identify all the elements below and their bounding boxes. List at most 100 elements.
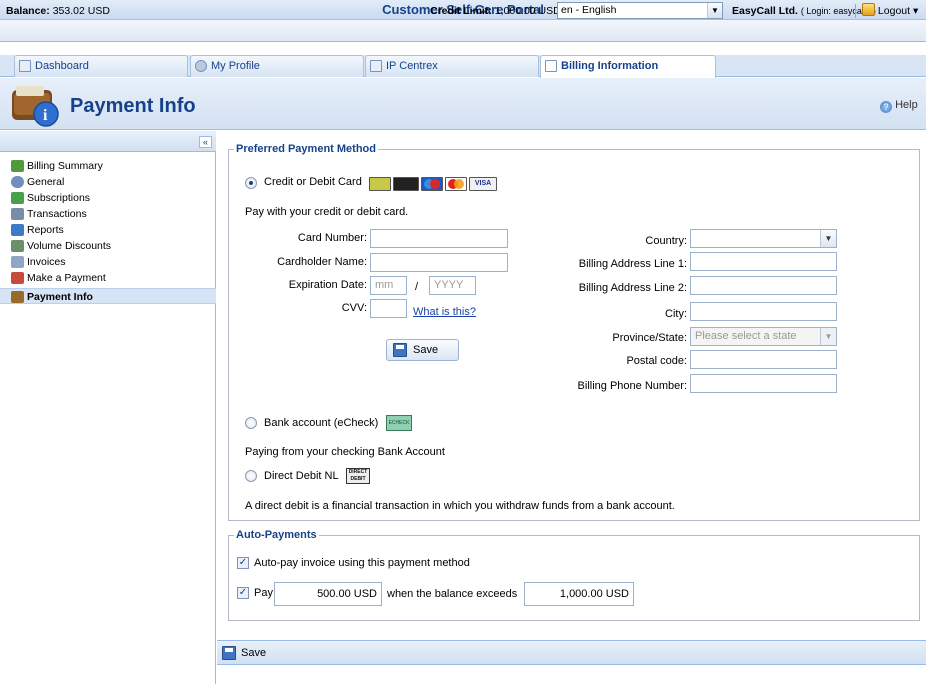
bank-account-label: Bank account (eCheck)	[264, 417, 379, 429]
divider	[855, 4, 856, 18]
tab-ip-centrex[interactable]: IP Centrex	[365, 55, 539, 77]
billing-phone-label: Billing Phone Number:	[577, 380, 687, 392]
help-icon: ?	[880, 101, 892, 113]
autopay-checkbox[interactable]: ✓	[237, 557, 249, 569]
billing-icon	[545, 60, 557, 72]
cardholder-name-label: Cardholder Name:	[277, 256, 367, 268]
sidebar-item-label: Invoices	[27, 256, 66, 268]
credit-limit-label: Credit Limit:	[430, 5, 492, 17]
postal-code-label: Postal code:	[626, 355, 687, 367]
credit-limit-value: 1,000.00 USD	[494, 5, 561, 17]
balance-value: 353.02 USD	[52, 5, 110, 17]
sidebar-item-payment-info[interactable]: Payment Info	[0, 288, 216, 304]
logout-label: Logout	[877, 5, 911, 17]
credit-limit-display: Credit Limit: 1,000.00 USD	[430, 5, 561, 17]
direct-debit-radio[interactable]	[245, 470, 257, 482]
wallet-info-icon: i	[12, 86, 59, 127]
cvv-input[interactable]	[370, 299, 407, 318]
sidebar-item-label: General	[27, 176, 65, 188]
chevron-down-icon: ▼	[820, 328, 836, 345]
tab-my-profile[interactable]: My Profile	[190, 55, 364, 77]
billing-address-2-input[interactable]	[690, 276, 837, 295]
card-logo-icon	[393, 177, 419, 191]
city-input[interactable]	[690, 302, 837, 321]
make-payment-icon	[11, 272, 24, 284]
tab-label: IP Centrex	[386, 60, 438, 72]
volume-discounts-icon	[11, 240, 24, 252]
billing-address-1-input[interactable]	[690, 252, 837, 271]
gear-icon	[11, 176, 24, 188]
balance-threshold-input[interactable]: 1,000.00 USD	[524, 582, 634, 606]
direct-debit-description: A direct debit is a financial transactio…	[245, 500, 675, 512]
sidebar-item-label: Make a Payment	[27, 272, 106, 284]
when-balance-exceeds-label: when the balance exceeds	[387, 588, 518, 600]
logout-button[interactable]: Logout ▾	[862, 3, 918, 17]
tab-label: My Profile	[211, 60, 260, 72]
mastercard-icon	[445, 177, 467, 191]
pay-checkbox[interactable]: ✓	[237, 587, 249, 599]
billing-summary-icon	[11, 160, 24, 172]
cardholder-name-input[interactable]	[370, 253, 508, 272]
credit-card-radio[interactable]	[245, 177, 257, 189]
tab-label: Dashboard	[35, 60, 89, 72]
company-name: EasyCall Ltd.	[732, 5, 798, 17]
province-state-label: Province/State:	[612, 332, 687, 344]
expiration-year-input[interactable]: YYYY	[429, 276, 476, 295]
sidebar-item-volume-discounts[interactable]: Volume Discounts	[10, 238, 216, 254]
sidebar-item-billing-summary[interactable]: Billing Summary	[10, 158, 216, 174]
bank-account-radio[interactable]	[245, 417, 257, 429]
credit-card-description: Pay with your credit or debit card.	[245, 206, 409, 218]
sidebar-item-subscriptions[interactable]: Subscriptions	[10, 190, 216, 206]
collapse-sidebar-button[interactable]: «	[199, 136, 212, 148]
postal-code-input[interactable]	[690, 350, 837, 369]
language-select[interactable]: en - English ▼	[557, 2, 723, 19]
tab-dashboard[interactable]: Dashboard	[14, 55, 188, 77]
save-disk-icon	[222, 646, 236, 660]
subscriptions-icon	[11, 192, 24, 204]
sidebar-header	[0, 131, 216, 152]
bottom-save-button[interactable]: Save	[221, 644, 281, 662]
expiration-separator: /	[415, 281, 419, 293]
sidebar-item-label: Billing Summary	[27, 160, 103, 172]
info-bar	[0, 20, 926, 42]
what-is-this-link[interactable]: What is this?	[413, 306, 476, 318]
language-value: en - English	[561, 4, 617, 16]
tab-label: Billing Information	[561, 60, 659, 72]
country-label: Country:	[645, 235, 687, 247]
invoices-icon	[11, 256, 24, 268]
sidebar-item-label: Payment Info	[27, 291, 93, 303]
credit-card-label: Credit or Debit Card	[264, 176, 362, 188]
sidebar-item-general[interactable]: General	[10, 174, 216, 190]
province-placeholder: Please select a state	[695, 330, 797, 342]
profile-icon	[195, 60, 207, 72]
billing-phone-input[interactable]	[690, 374, 837, 393]
sidebar-item-make-a-payment[interactable]: Make a Payment	[10, 270, 216, 286]
section-legend: Auto-Payments	[236, 529, 317, 541]
sidebar-item-label: Reports	[27, 224, 64, 236]
help-button[interactable]: ? Help	[880, 99, 918, 113]
svg-text:i: i	[43, 107, 48, 124]
tab-billing-information[interactable]: Billing Information	[540, 55, 716, 78]
sidebar-item-reports[interactable]: Reports	[10, 222, 216, 238]
pay-amount-input[interactable]: 500.00 USD	[274, 582, 382, 606]
save-button-label: Save	[241, 647, 267, 659]
save-button-label: Save	[413, 344, 439, 356]
dashboard-icon	[19, 60, 31, 72]
city-label: City:	[665, 308, 687, 320]
maestro-icon	[421, 177, 443, 191]
country-select[interactable]: ▼	[690, 229, 837, 248]
card-number-input[interactable]	[370, 229, 508, 248]
sidebar-item-transactions[interactable]: Transactions	[10, 206, 216, 222]
card-save-button[interactable]: Save	[386, 339, 459, 361]
expiration-month-input[interactable]: mm	[370, 276, 407, 295]
reports-icon	[11, 224, 24, 236]
auto-payments-section: Auto-Payments	[228, 529, 920, 621]
sidebar-item-label: Volume Discounts	[27, 240, 112, 252]
sidebar-item-invoices[interactable]: Invoices	[10, 254, 216, 270]
billing-address-2-label: Billing Address Line 2:	[578, 282, 687, 294]
section-legend: Preferred Payment Method	[236, 143, 376, 155]
sidebar-item-label: Transactions	[27, 208, 87, 220]
chevron-down-icon: ▼	[820, 230, 836, 247]
province-state-select[interactable]: Please select a state ▼	[690, 327, 837, 346]
ip-centrex-icon	[370, 60, 382, 72]
